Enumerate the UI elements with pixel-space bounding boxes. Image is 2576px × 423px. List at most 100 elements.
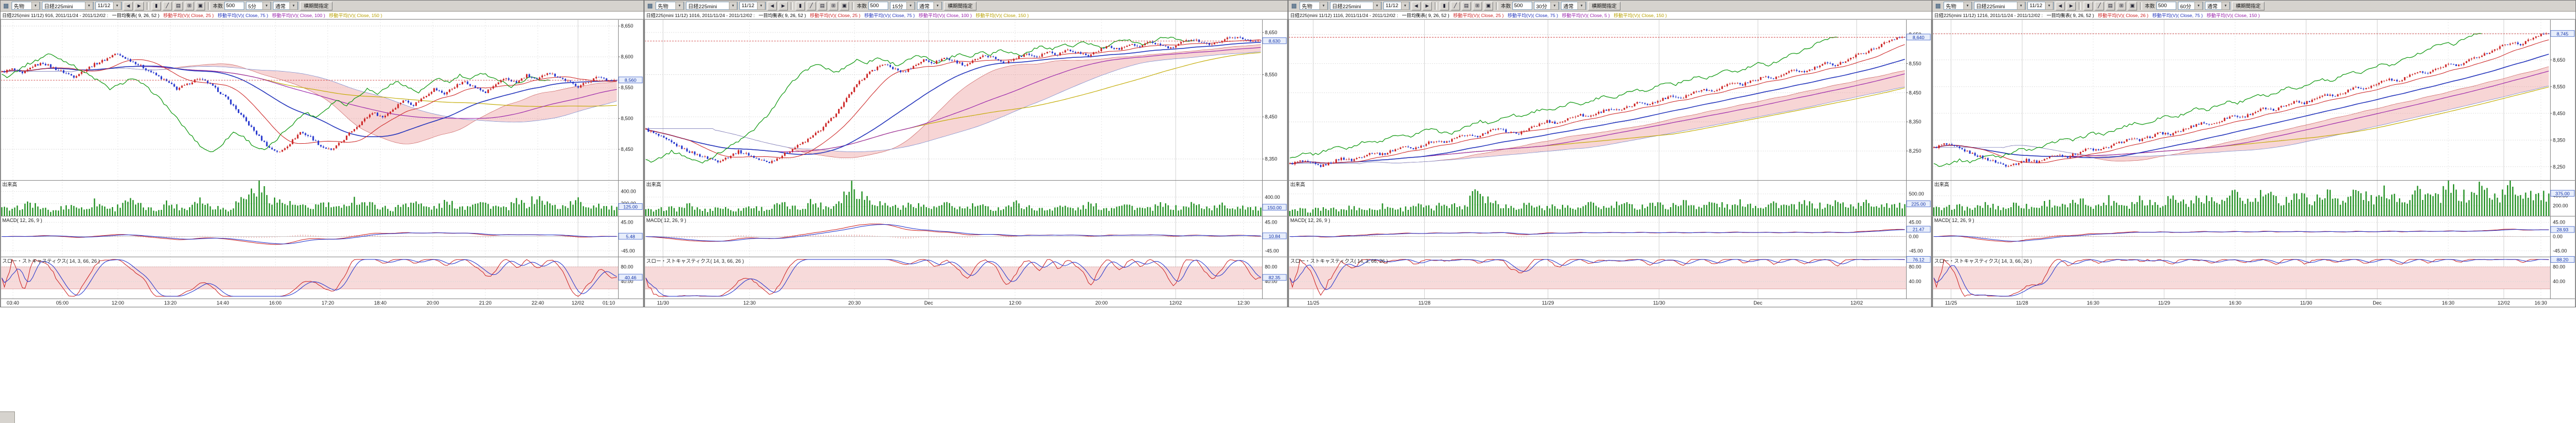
line-chart-button[interactable]: ╱	[1451, 2, 1460, 10]
chevron-down-icon[interactable]: ▼	[2017, 2, 2025, 10]
bar-chart-button[interactable]: ▤	[1462, 2, 1471, 10]
mode-select[interactable]: 通常 ▼	[917, 2, 942, 10]
svg-text:MACD( 12, 26, 9 ): MACD( 12, 26, 9 )	[646, 218, 686, 223]
market-select[interactable]: 先物 ▼	[12, 2, 40, 10]
indicator-labels: 一目均衡表( 9, 26, 52 )移動平均(V)( Close, 26 )移動…	[2047, 12, 2260, 19]
chart-toolbar: ▦ 先物 ▼ 日経225mini ▼ 11/12 ▼ ◀ ▶ ▮ ╱ ▤ ⊞ ▣…	[1289, 1, 1931, 12]
prev-button[interactable]: ◀	[1412, 2, 1421, 10]
chevron-down-icon[interactable]: ▼	[2045, 2, 2053, 10]
chart-title-bar: 日経225(mini 11/12) 1016, 2011/11/24 - 201…	[645, 12, 1287, 19]
prev-button[interactable]: ◀	[768, 2, 777, 10]
bars-count-input[interactable]	[868, 2, 888, 10]
svg-text:225.00: 225.00	[1912, 202, 1926, 207]
svg-text:Dec: Dec	[924, 300, 933, 306]
market-select[interactable]: 先物 ▼	[1300, 2, 1328, 10]
timeframe-select[interactable]: 30分 ▼	[1534, 2, 1559, 10]
mode-select[interactable]: 通常 ▼	[1561, 2, 1586, 10]
grid-toggle-button[interactable]: ⊞	[2117, 2, 2126, 10]
chevron-down-icon[interactable]: ▼	[85, 2, 93, 10]
timeframe-select[interactable]: 5分 ▼	[246, 2, 271, 10]
contract-month-select[interactable]: 11/12 ▼	[95, 2, 122, 10]
symbol-select[interactable]: 日経225mini ▼	[1974, 2, 2026, 10]
chart-settings-button[interactable]: ▣	[840, 2, 849, 10]
chevron-down-icon[interactable]: ▼	[1401, 2, 1409, 10]
candlestick-chart-button[interactable]: ▮	[1440, 2, 1449, 10]
chevron-down-icon[interactable]: ▼	[1963, 2, 1972, 10]
line-chart-button[interactable]: ╱	[2095, 2, 2104, 10]
chart-settings-button[interactable]: ▣	[2128, 2, 2137, 10]
period-range-button[interactable]: 横期間指定	[1588, 2, 1620, 10]
grid-toggle-button[interactable]: ⊞	[829, 2, 838, 10]
next-button[interactable]: ▶	[2067, 2, 2076, 10]
market-select[interactable]: 先物 ▼	[656, 2, 684, 10]
next-button[interactable]: ▶	[1423, 2, 1432, 10]
chevron-down-icon[interactable]: ▼	[729, 2, 737, 10]
candlestick-chart-button[interactable]: ▮	[152, 2, 161, 10]
grid-toggle-button[interactable]: ⊞	[185, 2, 194, 10]
chevron-down-icon[interactable]: ▼	[2194, 2, 2203, 10]
candlestick-chart-button[interactable]: ▮	[2084, 2, 2093, 10]
contract-month-select[interactable]: 11/12 ▼	[739, 2, 766, 10]
svg-text:20:00: 20:00	[1096, 300, 1108, 306]
symbol-select[interactable]: 日経225mini ▼	[686, 2, 738, 10]
chevron-down-icon[interactable]: ▼	[1577, 2, 1586, 10]
contract-month-select[interactable]: 11/12 ▼	[1383, 2, 1410, 10]
chevron-down-icon[interactable]: ▼	[289, 2, 298, 10]
prev-button[interactable]: ◀	[124, 2, 133, 10]
timeframe-select[interactable]: 60分 ▼	[2178, 2, 2203, 10]
market-select[interactable]: 先物 ▼	[1944, 2, 1972, 10]
gear-icon: ▣	[2130, 3, 2135, 8]
bar-chart-button[interactable]: ▤	[174, 2, 183, 10]
symbol-select[interactable]: 日経225mini ▼	[1330, 2, 1382, 10]
prev-button[interactable]: ◀	[2056, 2, 2065, 10]
chevron-down-icon[interactable]: ▼	[113, 2, 121, 10]
svg-text:8,550: 8,550	[1909, 61, 1922, 66]
bars-count-input[interactable]	[224, 2, 244, 10]
chart-canvas[interactable]: 03:4005:0012:0013:2014:4016:0017:2018:40…	[1, 19, 643, 307]
chevron-down-icon[interactable]: ▼	[906, 2, 915, 10]
chevron-down-icon[interactable]: ▼	[2221, 2, 2230, 10]
mode-select[interactable]: 通常 ▼	[273, 2, 298, 10]
chevron-down-icon[interactable]: ▼	[1319, 2, 1328, 10]
chart-settings-button[interactable]: ▣	[1484, 2, 1493, 10]
candlestick-chart-button[interactable]: ▮	[796, 2, 805, 10]
line-chart-button[interactable]: ╱	[163, 2, 172, 10]
chevron-down-icon[interactable]: ▼	[675, 2, 684, 10]
svg-text:80.00: 80.00	[2553, 264, 2566, 269]
chart-canvas[interactable]: 11/2511/2816:3011/2916:3011/30Dec16:3012…	[1933, 19, 2575, 307]
chart-canvas[interactable]: 11/3012:3020:30Dec12:0020:0012/0212:308,…	[645, 19, 1287, 307]
symbol-select-value: 日経225mini	[688, 2, 729, 10]
chart-canvas[interactable]: 11/2511/2811/2911/30Dec12/028,6508,5508,…	[1289, 19, 1931, 307]
grid-toggle-button[interactable]: ⊞	[1473, 2, 1482, 10]
line-chart-icon: ╱	[1454, 3, 1457, 8]
chevron-down-icon[interactable]: ▼	[1373, 2, 1381, 10]
bars-count-input[interactable]	[1512, 2, 1532, 10]
chevron-down-icon[interactable]: ▼	[933, 2, 942, 10]
period-range-button[interactable]: 横期間指定	[944, 2, 976, 10]
chevron-down-icon[interactable]: ▼	[1550, 2, 1559, 10]
chart-toolbar: ▦ 先物 ▼ 日経225mini ▼ 11/12 ▼ ◀ ▶ ▮ ╱ ▤ ⊞ ▣…	[1, 1, 643, 12]
period-range-button[interactable]: 横期間指定	[2232, 2, 2264, 10]
symbol-select[interactable]: 日経225mini ▼	[42, 2, 94, 10]
chevron-down-icon[interactable]: ▼	[262, 2, 271, 10]
bars-count-input[interactable]	[2156, 2, 2176, 10]
contract-month-select[interactable]: 11/12 ▼	[2027, 2, 2054, 10]
bar-chart-button[interactable]: ▤	[2106, 2, 2115, 10]
svg-text:12/02: 12/02	[572, 300, 584, 306]
chart-settings-button[interactable]: ▣	[196, 2, 205, 10]
next-button[interactable]: ▶	[779, 2, 788, 10]
svg-text:8,560: 8,560	[625, 78, 637, 83]
chart-window-icon: ▦	[2, 2, 10, 9]
market-select-value: 先物	[1302, 2, 1319, 10]
mode-select-value: 通常	[1563, 2, 1577, 10]
chevron-down-icon[interactable]: ▼	[757, 2, 765, 10]
contract-month-value: 11/12	[98, 3, 113, 9]
bar-chart-button[interactable]: ▤	[818, 2, 827, 10]
period-range-button[interactable]: 横期間指定	[300, 2, 332, 10]
line-chart-button[interactable]: ╱	[807, 2, 816, 10]
timeframe-select[interactable]: 15分 ▼	[890, 2, 915, 10]
mode-select[interactable]: 通常 ▼	[2205, 2, 2230, 10]
chevron-down-icon[interactable]: ▼	[31, 2, 40, 10]
svg-text:05:00: 05:00	[56, 300, 69, 306]
next-button[interactable]: ▶	[135, 2, 144, 10]
